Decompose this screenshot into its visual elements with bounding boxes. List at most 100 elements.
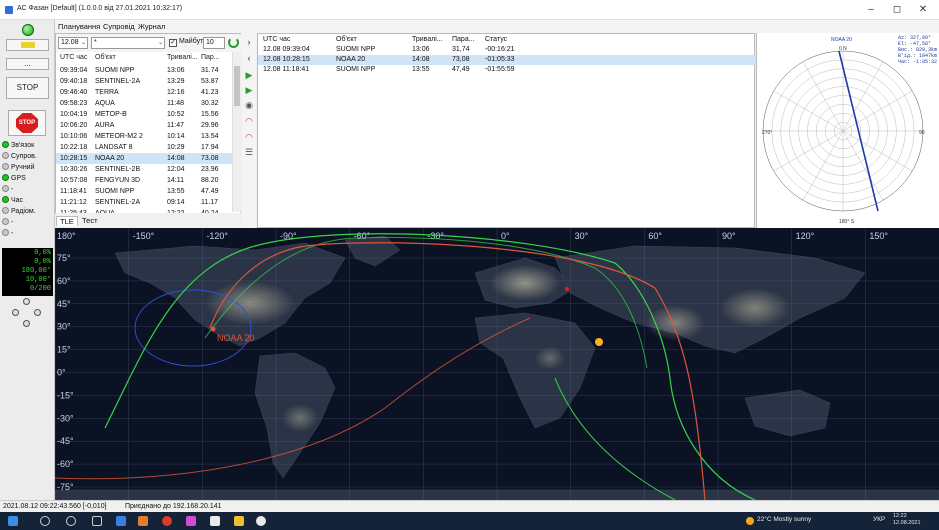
pass-col-utc[interactable]: UTC час	[263, 35, 290, 45]
pass-col-object[interactable]: Об'єкт	[336, 35, 357, 45]
status-label: GPS	[11, 175, 26, 182]
schedule-row[interactable]: 10:04:19 METOP-B 10:52 15.56	[56, 109, 232, 120]
browser-icon[interactable]	[138, 516, 148, 526]
latitude-label: -30°	[57, 413, 74, 423]
mail-icon[interactable]	[116, 516, 126, 526]
refresh-icon[interactable]	[228, 37, 239, 48]
pass-row[interactable]: 12.08 10:28:15 NOAA 20 14:08 73,08 -01:05:33	[258, 55, 756, 65]
row-duration: 10:14	[167, 133, 185, 140]
pass-row[interactable]: 12.08 09:39:04 SUOMI NPP 13:06 31,74 -00:16:…	[258, 45, 756, 55]
row-duration: 10:52	[167, 111, 185, 118]
pass-col-duration[interactable]: Тривалі...	[412, 35, 443, 45]
schedule-row[interactable]: 09:46:40 TERRA 12:16 41.23	[56, 87, 232, 98]
play-next-icon[interactable]: ▶	[244, 85, 254, 95]
dpad-up-button[interactable]	[23, 298, 30, 305]
row-utc: 10:06:20	[60, 122, 88, 129]
row-object: SENTINEL-2A	[95, 199, 141, 206]
schedule-row[interactable]: 10:22:18 LANDSAT 8 10:29 17.94	[56, 142, 232, 153]
schedule-row[interactable]: 10:06:20 AURA 11:47 29.96	[56, 120, 232, 131]
arc-icon[interactable]: ◠	[244, 116, 254, 126]
app-tool-icon[interactable]	[210, 516, 220, 526]
clock-time: 12:22	[893, 513, 907, 519]
schedule-row[interactable]: 09:40:18 SENTINEL-2A 13:29 53.87	[56, 76, 232, 87]
task-view-icon[interactable]	[92, 516, 102, 526]
dpad-left-button[interactable]	[12, 309, 19, 316]
dpad-down-button[interactable]	[23, 320, 30, 327]
row-elevation: 11.17	[201, 199, 218, 206]
weather-text[interactable]: 22°C Mostly sunny	[757, 516, 811, 523]
os-taskbar: 22°C Mostly sunny УКР 12:22 12.08.2021	[0, 512, 939, 530]
info-line: Час: -1:05:32	[897, 59, 937, 65]
pass-status: -01:55:59	[485, 66, 515, 73]
pass-object: SUOMI NPP	[336, 66, 376, 73]
chevron-left-icon[interactable]: ‹	[244, 53, 254, 63]
menu-tracking[interactable]: Супровід	[103, 22, 135, 31]
menu-log[interactable]: Журнал	[138, 22, 165, 31]
schedule-row[interactable]: 11:21:12 SENTINEL-2A 09:14 11.17	[56, 197, 232, 208]
play-icon[interactable]: ▶	[244, 70, 254, 80]
row-utc: 10:30:26	[60, 166, 88, 173]
row-elevation: 30.32	[201, 100, 219, 107]
schedule-scrollbar[interactable]	[232, 52, 241, 212]
search-icon[interactable]	[40, 516, 50, 526]
row-elevation: 29.96	[201, 122, 219, 129]
more-button[interactable]: ...	[6, 58, 49, 70]
pass-row[interactable]: 12.08 11:18:41 SUOMI NPP 13:55 47,49 -01:55:…	[258, 65, 756, 75]
emergency-stop-button[interactable]: STOP	[8, 110, 46, 136]
row-elevation: 73.08	[201, 155, 219, 162]
dpad-right-button[interactable]	[34, 309, 41, 316]
pass-col-status[interactable]: Статус	[485, 35, 507, 45]
schedule-row[interactable]: 09:39:04 SUOMI NPP 13:06 31.74	[56, 65, 232, 76]
app-fazan-icon[interactable]	[256, 516, 266, 526]
schedule-row[interactable]: 09:58:23 AQUA 11:48 30.32	[56, 98, 232, 109]
list-icon[interactable]: ☰	[244, 147, 254, 157]
schedule-row[interactable]: 10:57:08 FENGYUN 3D 14:11 88.20	[56, 175, 232, 186]
hide-icon[interactable]: ◉	[244, 100, 254, 110]
longitude-label: 90°	[722, 231, 736, 241]
language-indicator[interactable]: УКР	[873, 516, 885, 523]
row-utc: 09:39:04	[60, 67, 88, 74]
status-led-icon	[2, 229, 9, 236]
row-object: FENGYUN 3D	[95, 177, 141, 184]
longitude-label: 150°	[869, 231, 888, 241]
app-icon	[5, 6, 13, 14]
latitude-label: 60°	[57, 276, 71, 286]
start-icon[interactable]	[8, 516, 18, 526]
readout-line: 10,00°	[25, 276, 51, 284]
pass-col-elevation[interactable]: Пара...	[452, 35, 475, 45]
latitude-label: -45°	[57, 436, 74, 446]
schedule-row[interactable]: 11:18:41 SUOMI NPP 13:55 47.49	[56, 186, 232, 197]
tab-test[interactable]: Тест	[79, 216, 101, 225]
clock[interactable]: 12:22 12.08.2021	[893, 513, 921, 527]
schedule-row[interactable]: 10:28:15 NOAA 20 14:08 73.08	[56, 153, 232, 164]
readout-line: 0,0%	[34, 249, 51, 257]
row-duration: 13:29	[167, 78, 185, 85]
schedule-row[interactable]: 10:30:26 SENTINEL-2B 12:04 23.96	[56, 164, 232, 175]
app-purple-icon[interactable]	[186, 516, 196, 526]
status-led-icon	[2, 141, 9, 148]
world-map[interactable]: 180° -150° -120° -90° -60° -30° 0° 30° 60° 90° 120…	[55, 228, 939, 500]
future-count-input[interactable]: 10	[203, 37, 225, 49]
opera-icon[interactable]	[162, 516, 172, 526]
stop-button[interactable]: STOP	[6, 77, 49, 99]
minimize-button[interactable]: –	[857, 3, 885, 17]
status-bar: 2021.08.12 09:22:43.560 [-0,010] Приєдна…	[0, 500, 939, 512]
tab-tle[interactable]: TLE	[56, 216, 78, 226]
connection-led-icon	[22, 24, 34, 36]
menu-planning[interactable]: Планування	[58, 22, 100, 31]
close-button[interactable]: ✕	[909, 3, 937, 17]
scroll-thumb[interactable]	[234, 66, 240, 106]
maximize-button[interactable]: ◻	[883, 3, 911, 17]
satellite-marker-icon[interactable]	[210, 326, 216, 332]
chevron-right-icon[interactable]: ›	[244, 37, 254, 47]
status-indicator: -	[2, 184, 13, 195]
date-select[interactable]: 12.08 ⌄	[58, 37, 88, 49]
cortana-icon[interactable]	[66, 516, 76, 526]
object-filter-select[interactable]: * ⌄	[91, 37, 165, 49]
arc-alt-icon[interactable]: ◠	[244, 132, 254, 142]
app-yellow-icon[interactable]	[234, 516, 244, 526]
row-elevation: 41.23	[201, 89, 219, 96]
schedule-row[interactable]: 10:10:06 METEOR-M2 2 10:14 13.54	[56, 131, 232, 142]
power-toggle[interactable]	[6, 39, 49, 51]
future-checkbox[interactable]: ✓	[169, 39, 177, 47]
